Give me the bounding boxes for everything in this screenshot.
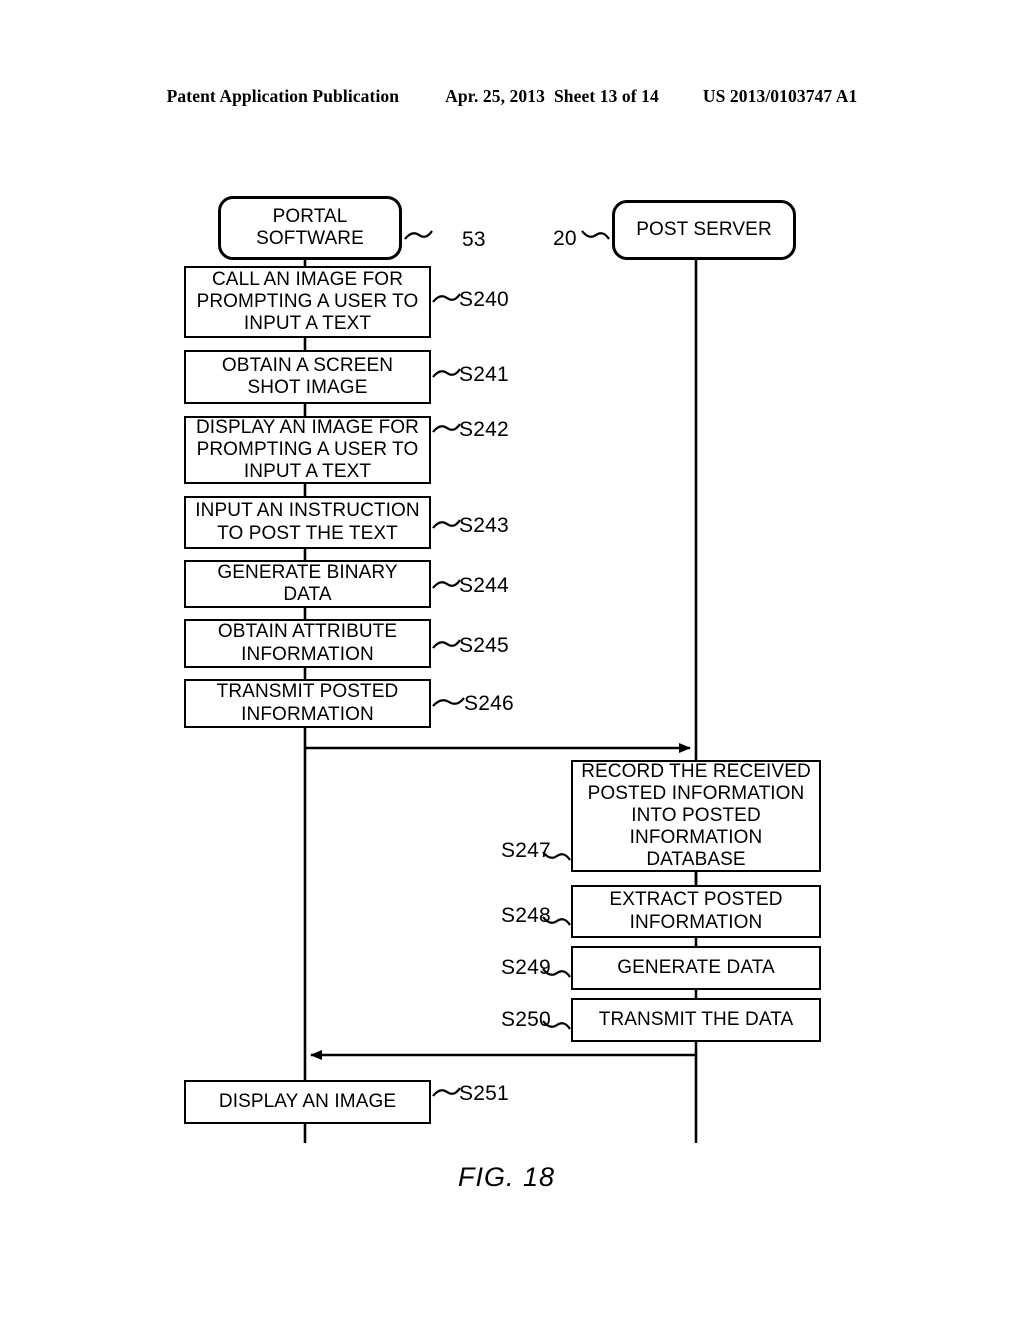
step-s246-line-2: INFORMATION: [241, 703, 374, 725]
step-s250-line-1: TRANSMIT THE DATA: [598, 1008, 794, 1030]
step-s241-line-1: OBTAIN A SCREEN: [221, 354, 394, 376]
step-box-s242: DISPLAY AN IMAGE FOR PROMPTING A USER TO…: [184, 416, 431, 484]
step-box-s247: RECORD THE RECEIVED POSTED INFORMATION I…: [571, 760, 821, 872]
step-s240-line-3: INPUT A TEXT: [243, 313, 372, 335]
actor-portal-software-label-line-2: SOFTWARE: [256, 228, 364, 249]
step-s240-line-1: CALL AN IMAGE FOR: [211, 268, 404, 290]
ref-label-s249: S249: [501, 956, 551, 979]
step-box-s248: EXTRACT POSTED INFORMATION: [571, 885, 821, 938]
step-box-s249: GENERATE DATA: [571, 946, 821, 990]
step-s242-line-3: INPUT A TEXT: [243, 461, 372, 483]
step-s242-line-2: PROMPTING A USER TO: [196, 438, 419, 460]
ref-label-s245: S245: [459, 634, 509, 657]
actor-post-server-label: POST SERVER: [636, 218, 772, 240]
step-s251-line-1: DISPLAY AN IMAGE: [218, 1090, 397, 1112]
step-s245-line-2: INFORMATION: [241, 643, 374, 665]
step-s247-line-3: INTO POSTED: [631, 804, 761, 826]
actor-portal-software-label-line-1: PORTAL: [272, 205, 348, 227]
patent-figure: PORTAL SOFTWARE 53 POST SERVER 20 CALL A…: [0, 0, 1024, 1320]
ref-label-20: 20: [553, 227, 577, 250]
step-s249-line-1: GENERATE DATA: [617, 956, 775, 978]
figure-connectors: [303, 230, 698, 1143]
ref-label-s243: S243: [459, 514, 509, 537]
ref-label-s247: S247: [501, 839, 551, 862]
step-s248-line-1: EXTRACT POSTED: [609, 889, 783, 911]
ref-label-53: 53: [462, 228, 486, 251]
step-box-s243: INPUT AN INSTRUCTION TO POST THE TEXT: [184, 496, 431, 549]
ref-label-s240: S240: [459, 288, 509, 311]
ref-label-s244: S244: [459, 574, 509, 597]
ref-label-s248: S248: [501, 904, 551, 927]
step-s244-line-2: DATA: [283, 584, 332, 605]
step-s243-line-2: TO POST THE TEXT: [217, 522, 398, 544]
step-box-s250: TRANSMIT THE DATA: [571, 998, 821, 1042]
ref-label-s242: S242: [459, 418, 509, 441]
step-s247-line-4: INFORMATION: [629, 827, 763, 849]
ref-label-s251: S251: [459, 1082, 509, 1105]
step-s247-line-5: DATABASE: [646, 849, 746, 871]
actor-post-server: POST SERVER: [612, 200, 796, 260]
step-box-s251: DISPLAY AN IMAGE: [184, 1080, 431, 1124]
step-s247-line-1: RECORD THE RECEIVED: [581, 760, 811, 782]
step-box-s241: OBTAIN A SCREEN SHOT IMAGE: [184, 350, 431, 404]
step-box-s245: OBTAIN ATTRIBUTE INFORMATION: [184, 619, 431, 668]
ref-label-s241: S241: [459, 363, 509, 386]
step-s240-line-2: PROMPTING A USER TO: [196, 290, 419, 312]
step-s244-line-1: GENERATE BINARY: [217, 561, 398, 583]
step-box-s240: CALL AN IMAGE FOR PROMPTING A USER TO IN…: [184, 266, 431, 338]
step-s248-line-2: INFORMATION: [629, 911, 763, 933]
step-s243-line-1: INPUT AN INSTRUCTION: [195, 500, 420, 522]
figure-caption: FIG. 18: [458, 1162, 556, 1192]
ref-label-s246: S246: [464, 692, 514, 715]
step-s246-line-1: TRANSMIT POSTED: [216, 681, 399, 703]
step-s247-line-2: POSTED INFORMATION: [587, 782, 805, 804]
actor-portal-software: PORTAL SOFTWARE: [218, 196, 402, 260]
step-s245-line-1: OBTAIN ATTRIBUTE: [217, 621, 398, 643]
step-box-s246: TRANSMIT POSTED INFORMATION: [184, 679, 431, 728]
step-s241-line-2: SHOT IMAGE: [247, 377, 368, 398]
ref-label-s250: S250: [501, 1008, 551, 1031]
step-s242-line-1: DISPLAY AN IMAGE FOR: [195, 416, 420, 438]
step-box-s244: GENERATE BINARY DATA: [184, 560, 431, 608]
